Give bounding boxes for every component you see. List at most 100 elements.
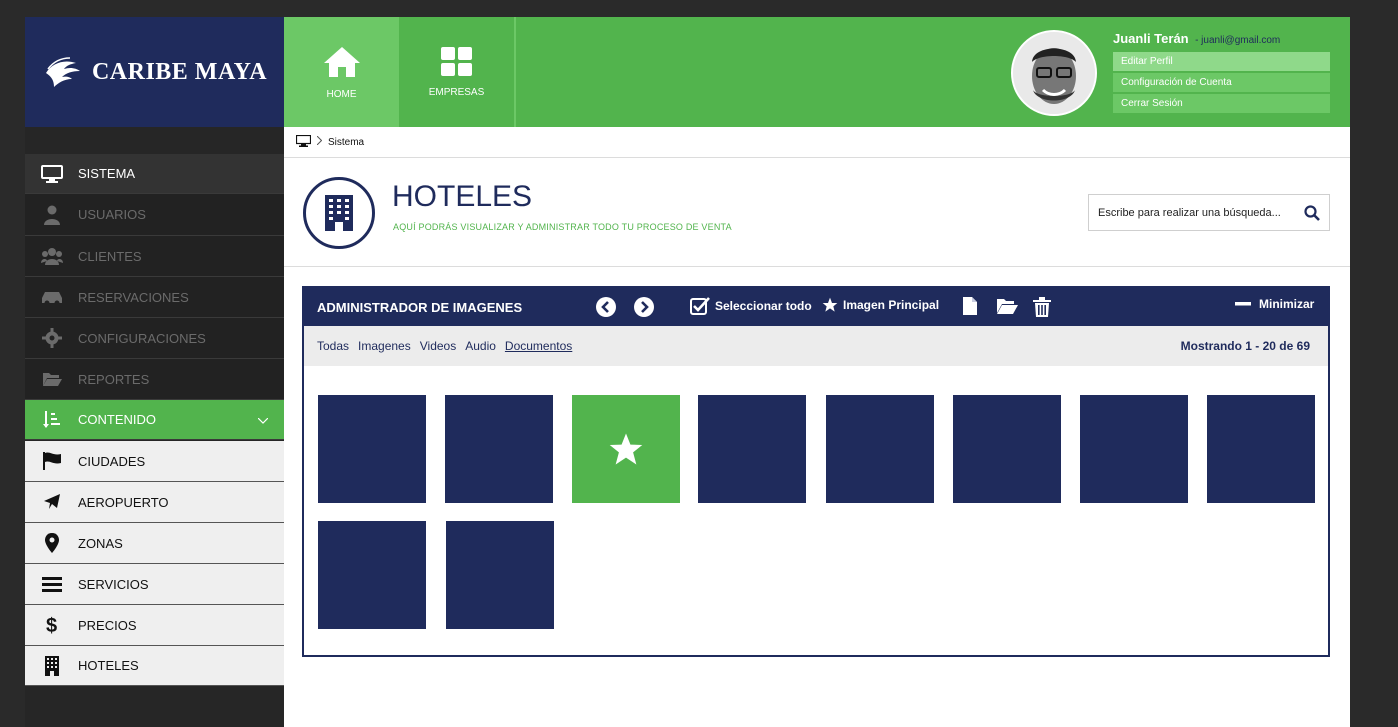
sort-icon xyxy=(25,410,78,429)
image-manager-title: ADMINISTRADOR DE IMAGENES xyxy=(317,300,523,315)
nav-home-button[interactable]: HOME xyxy=(284,17,399,127)
page-building-icon xyxy=(303,177,375,249)
star-icon xyxy=(609,433,643,465)
search-icon[interactable] xyxy=(1304,205,1320,226)
sidebar-item-aeropuerto[interactable]: AEROPUERTO xyxy=(25,482,284,523)
main-image-label: Imagen Principal xyxy=(843,298,940,312)
app-frame: CARIBE MAYA HOME EMPRESAS Juanli Terán -… xyxy=(25,17,1350,727)
arrow-right-circle-icon xyxy=(634,297,654,317)
car-icon xyxy=(25,288,78,306)
nav-divider xyxy=(514,17,516,127)
sidebar-item-reservaciones[interactable]: RESERVACIONES xyxy=(25,277,284,318)
sidebar-item-label: RESERVACIONES xyxy=(78,289,189,305)
media-filter-tabs: Todas Imagenes Videos Audio Documentos M… xyxy=(304,326,1328,366)
image-thumbnail[interactable] xyxy=(953,395,1061,503)
user-info: Juanli Terán - juanli@gmail.com Editar P… xyxy=(1113,30,1330,115)
results-count: Mostrando 1 - 20 de 69 xyxy=(1180,339,1310,353)
sidebar-item-label: SERVICIOS xyxy=(78,576,149,592)
sidebar-item-zonas[interactable]: ZONAS xyxy=(25,523,284,564)
prev-button[interactable] xyxy=(596,297,616,317)
edit-profile-link[interactable]: Editar Perfil xyxy=(1113,52,1330,71)
brand-logo[interactable]: CARIBE MAYA xyxy=(25,17,284,127)
tab-documentos[interactable]: Documentos xyxy=(505,339,572,353)
account-settings-link[interactable]: Configuración de Cuenta xyxy=(1113,73,1330,92)
building-icon xyxy=(25,655,78,676)
minus-icon xyxy=(1235,302,1251,306)
dollar-icon: $ xyxy=(25,614,78,636)
sidebar-item-ciudades[interactable]: CIUDADES xyxy=(25,441,284,482)
tab-imagenes[interactable]: Imagenes xyxy=(358,339,411,353)
sidebar: SISTEMA USUARIOS CLIENTES RESERVACIONES … xyxy=(25,127,284,727)
sidebar-item-contenido[interactable]: CONTENIDO xyxy=(25,400,284,440)
new-file-button[interactable] xyxy=(962,297,978,315)
user-menu: Editar Perfil Configuración de Cuenta Ce… xyxy=(1113,52,1330,113)
nav-home-label: HOME xyxy=(326,88,357,100)
monitor-icon xyxy=(25,164,78,183)
sidebar-item-label: CONTENIDO xyxy=(78,412,156,427)
tab-videos[interactable]: Videos xyxy=(420,339,456,353)
checkbox-checked-icon xyxy=(690,297,710,315)
user-avatar[interactable] xyxy=(1011,30,1097,116)
gear-icon xyxy=(25,328,78,348)
sidebar-item-label: CIUDADES xyxy=(78,453,146,469)
sidebar-item-label: ZONAS xyxy=(78,535,123,551)
sidebar-item-label: SISTEMA xyxy=(78,166,136,181)
image-manager-toolbar: ADMINISTRADOR DE IMAGENES Seleccionar to… xyxy=(304,288,1328,326)
top-bar: HOME EMPRESAS Juanli Terán - juanli@gmai… xyxy=(284,17,1350,127)
trash-icon xyxy=(1033,297,1051,317)
image-thumbnail[interactable] xyxy=(1080,395,1188,503)
tab-todas[interactable]: Todas xyxy=(317,339,349,353)
image-thumbnail[interactable] xyxy=(318,395,426,503)
image-thumbnail[interactable] xyxy=(446,521,554,629)
file-icon xyxy=(963,297,977,315)
image-thumbnail[interactable] xyxy=(826,395,934,503)
flag-icon xyxy=(25,452,78,470)
home-icon xyxy=(323,46,360,77)
chevron-down-icon xyxy=(257,412,269,427)
image-thumbnail[interactable] xyxy=(445,395,553,503)
avatar-photo xyxy=(1013,32,1095,114)
user-email: - juanli@gmail.com xyxy=(1195,35,1281,46)
search-box xyxy=(1088,194,1330,231)
sidebar-item-precios[interactable]: $ PRECIOS xyxy=(25,605,284,646)
sidebar-item-configuraciones[interactable]: CONFIGURACIONES xyxy=(25,318,284,359)
star-icon xyxy=(822,297,838,312)
tab-audio[interactable]: Audio xyxy=(465,339,496,353)
search-input[interactable] xyxy=(1098,206,1298,219)
sidebar-item-clientes[interactable]: CLIENTES xyxy=(25,236,284,277)
arrow-left-circle-icon xyxy=(596,297,616,317)
sidebar-item-label: PRECIOS xyxy=(78,617,137,633)
monitor-icon[interactable] xyxy=(295,134,312,150)
page-subtitle: AQUÍ PODRÁS VISUALIZAR Y ADMINISTRAR TOD… xyxy=(393,222,732,232)
list-icon xyxy=(25,576,78,592)
minimize-button[interactable]: Minimizar xyxy=(1235,297,1314,311)
sidebar-item-label: USUARIOS xyxy=(78,207,146,222)
open-folder-button[interactable] xyxy=(996,297,1018,315)
nav-empresas-button[interactable]: EMPRESAS xyxy=(399,17,514,127)
minimize-label: Minimizar xyxy=(1259,297,1315,311)
sidebar-item-sistema[interactable]: SISTEMA xyxy=(25,154,284,194)
delete-button[interactable] xyxy=(1033,297,1051,317)
image-thumbnail-featured[interactable] xyxy=(572,395,680,503)
image-thumbnail[interactable] xyxy=(318,521,426,629)
user-name: Juanli Terán xyxy=(1113,31,1189,46)
divider xyxy=(284,266,1350,267)
sidebar-item-servicios[interactable]: SERVICIOS xyxy=(25,564,284,605)
sidebar-item-label: REPORTES xyxy=(78,371,150,387)
image-thumbnail[interactable] xyxy=(1207,395,1315,503)
logout-link[interactable]: Cerrar Sesión xyxy=(1113,94,1330,113)
brand-name: CARIBE MAYA xyxy=(91,58,268,85)
select-all-button[interactable]: Seleccionar todo xyxy=(690,297,812,315)
sidebar-item-usuarios[interactable]: USUARIOS xyxy=(25,194,284,236)
next-button[interactable] xyxy=(634,297,654,317)
sidebar-item-hoteles[interactable]: HOTELES xyxy=(25,646,284,686)
sidebar-item-label: CLIENTES xyxy=(78,248,142,264)
sidebar-item-reportes[interactable]: REPORTES xyxy=(25,359,284,400)
grid-icon xyxy=(440,46,472,76)
user-icon xyxy=(25,205,78,225)
image-thumbnail[interactable] xyxy=(698,395,806,503)
nav-empresas-label: EMPRESAS xyxy=(428,86,485,98)
main-image-button[interactable]: Imagen Principal xyxy=(822,297,939,313)
breadcrumb: Sistema xyxy=(284,127,1350,158)
breadcrumb-current[interactable]: Sistema xyxy=(328,137,364,148)
